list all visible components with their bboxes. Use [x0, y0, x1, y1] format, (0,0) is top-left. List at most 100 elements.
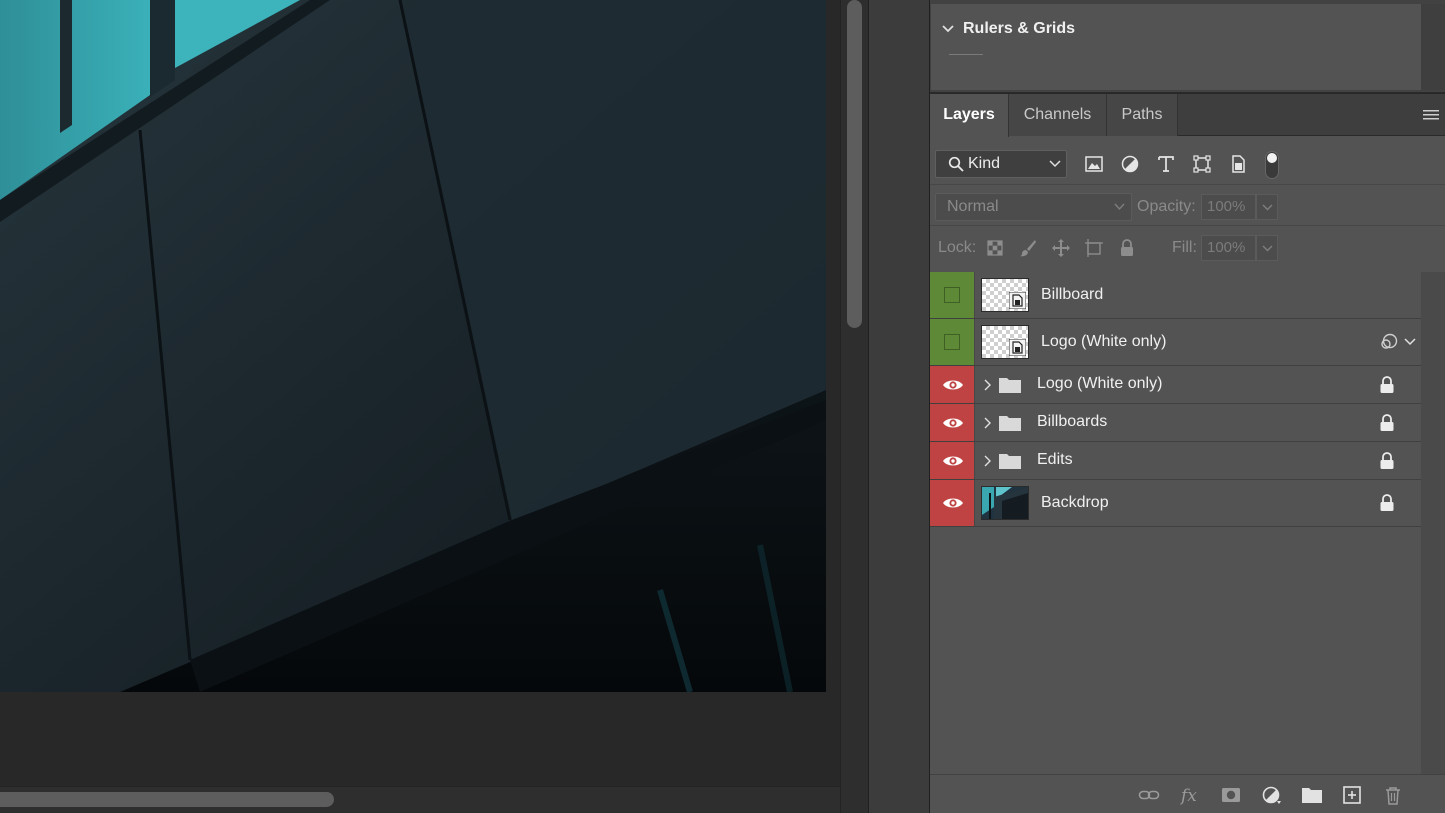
layers-scrollbar[interactable] — [1421, 272, 1445, 774]
blend-mode-select[interactable]: Normal — [935, 193, 1132, 221]
smart-object-badge-icon — [1009, 292, 1026, 309]
filter-kind-select[interactable]: Kind — [935, 150, 1067, 178]
lock-all-icon[interactable] — [1117, 238, 1137, 258]
eye-icon — [943, 380, 963, 390]
delete-layer-icon[interactable] — [1382, 785, 1404, 805]
properties-scrollbar[interactable] — [1421, 4, 1445, 90]
chevron-down-icon — [942, 25, 954, 33]
lock-position-icon[interactable] — [1051, 238, 1071, 258]
hidden-visibility-box — [944, 334, 960, 350]
opacity-label: Opacity: — [1137, 198, 1196, 215]
tab-paths[interactable]: Paths — [1107, 94, 1178, 136]
horizontal-scrollbar[interactable] — [0, 786, 840, 813]
layer-row-billboard[interactable]: Billboard — [930, 272, 1421, 319]
lock-icon — [1380, 414, 1394, 431]
eye-icon — [943, 456, 963, 466]
link-layers-icon[interactable] — [1138, 785, 1160, 805]
layer-name: Backdrop — [1041, 494, 1109, 511]
chevron-down-icon — [1262, 204, 1273, 211]
smart-object-badge-icon — [1009, 339, 1026, 356]
fill-input[interactable]: 100% — [1201, 235, 1256, 261]
adjustment-layer-filter-icon[interactable] — [1120, 154, 1140, 174]
layer-row-backdrop[interactable]: Backdrop — [930, 480, 1421, 527]
panel-dock-gutter — [868, 0, 930, 813]
layer-row-edits-group[interactable]: Edits — [930, 442, 1421, 480]
lock-icon — [1380, 376, 1394, 393]
blend-mode-value: Normal — [947, 198, 999, 215]
chevron-down-icon — [1114, 203, 1125, 211]
add-mask-icon[interactable] — [1220, 785, 1242, 805]
shape-layer-filter-icon[interactable] — [1192, 154, 1212, 174]
layer-row-billboards-group[interactable]: Billboards — [930, 404, 1421, 442]
fill-dropdown[interactable] — [1256, 235, 1278, 261]
section-title: Rulers & Grids — [963, 20, 1076, 37]
lock-image-pixels-icon[interactable] — [1018, 238, 1038, 258]
properties-content: Rulers & Grids — [931, 4, 1421, 90]
lock-artboard-icon[interactable] — [1084, 238, 1104, 258]
horizontal-scroll-thumb[interactable] — [0, 792, 334, 807]
eye-icon — [943, 418, 963, 428]
layer-thumbnail — [981, 486, 1029, 520]
lock-options-row: Lock: Fill: 100% — [930, 226, 1445, 270]
lock-icon — [1380, 494, 1394, 511]
type-layer-filter-icon[interactable] — [1156, 154, 1176, 174]
layer-name: Logo (White only) — [1037, 375, 1163, 392]
chevron-right-icon[interactable] — [982, 379, 992, 391]
filter-kind-label: Kind — [968, 155, 1001, 172]
layers-footer-toolbar: fx — [930, 774, 1445, 813]
search-icon — [948, 156, 964, 172]
layer-name: Billboards — [1037, 413, 1108, 430]
layer-row-logo-group[interactable]: Logo (White only) — [930, 366, 1421, 404]
visibility-toggle[interactable] — [930, 366, 975, 403]
properties-panel: Rulers & Grids — [930, 0, 1445, 93]
vertical-scroll-thumb[interactable] — [847, 0, 862, 328]
svg-text:fx: fx — [1179, 786, 1197, 805]
layer-filter-row: Kind — [930, 138, 1445, 184]
layer-name: Billboard — [1041, 286, 1104, 303]
new-group-icon[interactable] — [1301, 785, 1323, 805]
folder-icon — [999, 454, 1021, 469]
chevron-right-icon[interactable] — [982, 417, 992, 429]
new-adjustment-icon[interactable] — [1261, 785, 1283, 805]
layer-name: Logo (White only) — [1041, 333, 1167, 350]
vertical-scrollbar[interactable] — [840, 0, 868, 813]
hidden-visibility-box — [944, 287, 960, 303]
opacity-dropdown[interactable] — [1256, 194, 1278, 220]
visibility-toggle[interactable] — [930, 272, 975, 318]
visibility-toggle[interactable] — [930, 480, 975, 526]
eye-icon — [943, 498, 963, 508]
new-layer-icon[interactable] — [1341, 785, 1363, 805]
chevron-right-icon[interactable] — [982, 455, 992, 467]
fill-label: Fill: — [1172, 239, 1197, 256]
backdrop-thumbnail-image — [982, 487, 1028, 519]
chevron-down-icon[interactable] — [1404, 337, 1416, 347]
smart-object-filter-icon[interactable] — [1228, 154, 1248, 174]
section-divider — [949, 54, 983, 55]
lock-icon — [1380, 452, 1394, 469]
pixel-layer-filter-icon[interactable] — [1084, 154, 1104, 174]
blend-options-row: Normal Opacity: 100% — [930, 184, 1445, 226]
layers-panel: Layers Channels Paths Kind Normal Opacit… — [930, 94, 1445, 813]
visibility-toggle[interactable] — [930, 442, 975, 479]
folder-icon — [999, 378, 1021, 393]
panel-tab-bar: Layers Channels Paths — [930, 94, 1445, 137]
linked-layer-icon[interactable] — [1379, 333, 1399, 351]
opacity-input[interactable]: 100% — [1201, 194, 1256, 220]
document-canvas-area[interactable] — [0, 0, 868, 813]
panel-menu-icon[interactable] — [1423, 108, 1439, 122]
tab-channels[interactable]: Channels — [1009, 94, 1107, 136]
layer-thumbnail — [981, 325, 1029, 359]
layer-row-logo-smart-object[interactable]: Logo (White only) — [930, 319, 1421, 366]
fx-icon[interactable]: fx — [1179, 785, 1201, 805]
rulers-grids-section-header[interactable]: Rulers & Grids — [941, 20, 1075, 38]
visibility-toggle[interactable] — [930, 319, 975, 365]
document-image[interactable] — [0, 0, 826, 692]
chevron-down-icon — [1262, 245, 1273, 252]
folder-icon — [999, 416, 1021, 431]
visibility-toggle[interactable] — [930, 404, 975, 441]
filter-toggle-switch[interactable] — [1265, 151, 1279, 179]
layer-thumbnail — [981, 278, 1029, 312]
tab-layers[interactable]: Layers — [930, 94, 1009, 137]
lock-transparent-pixels-icon[interactable] — [985, 238, 1005, 258]
lock-label: Lock: — [938, 239, 977, 256]
